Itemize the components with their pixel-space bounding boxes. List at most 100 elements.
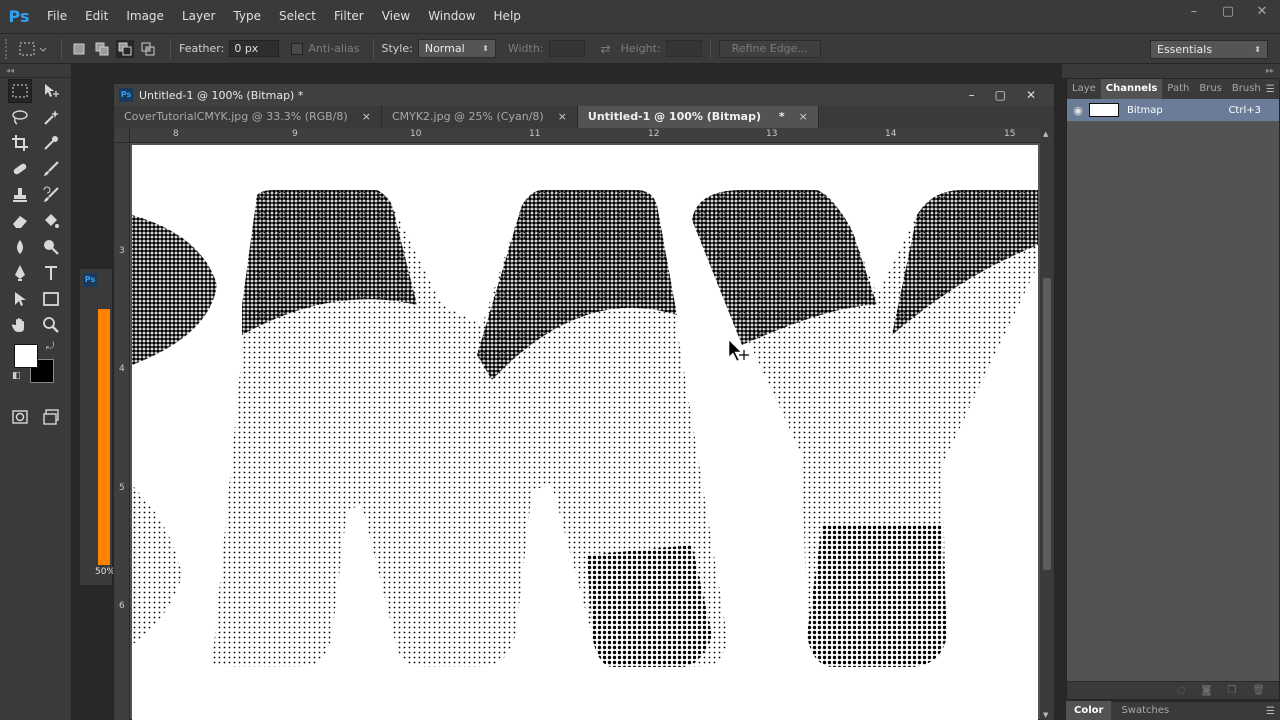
brush-tool[interactable] xyxy=(40,157,64,181)
default-colors-icon[interactable]: ◧ xyxy=(12,371,21,381)
panel-menu-icon[interactable]: ☰ xyxy=(1266,706,1275,717)
swap-colors-icon[interactable]: ⤾ xyxy=(46,341,54,352)
ruler-tick-label: 12 xyxy=(648,129,660,139)
menu-type[interactable]: Type xyxy=(224,0,270,33)
channel-shortcut: Ctrl+3 xyxy=(1228,104,1261,116)
pen-tool[interactable] xyxy=(8,261,32,285)
intersect-selection-button[interactable] xyxy=(139,40,157,58)
foreground-color[interactable] xyxy=(14,344,38,368)
tab-close-icon[interactable]: × xyxy=(558,106,567,128)
scroll-down-icon[interactable]: ▼ xyxy=(1043,711,1048,719)
rectangular-marquee-icon xyxy=(12,84,28,98)
style-select-value: Normal xyxy=(424,42,465,55)
menu-window[interactable]: Window xyxy=(419,0,484,33)
paint-bucket-tool[interactable] xyxy=(40,209,64,233)
crop-tool[interactable] xyxy=(8,131,32,155)
menu-layer[interactable]: Layer xyxy=(173,0,224,33)
eraser-tool[interactable] xyxy=(8,209,32,233)
style-select[interactable]: Normal ⬍ xyxy=(417,39,496,58)
delete-channel-icon[interactable]: 🗑 xyxy=(1252,685,1265,696)
quick-mask-button[interactable] xyxy=(8,405,32,429)
refine-edge-button[interactable]: Refine Edge... xyxy=(718,39,821,58)
channel-row-bitmap[interactable]: ◉ Bitmap Ctrl+3 xyxy=(1067,99,1279,121)
height-input[interactable] xyxy=(665,40,702,57)
menu-image[interactable]: Image xyxy=(117,0,173,33)
rectangle-tool[interactable] xyxy=(40,287,64,311)
tab-covertutorialcmyk[interactable]: CoverTutorialCMYK.jpg @ 33.3% (RGB/8) × xyxy=(114,106,382,128)
doc-minimize-button[interactable]: – xyxy=(969,88,975,102)
swap-dimensions-icon[interactable]: ⇄ xyxy=(601,42,611,56)
tab-layers[interactable]: Laye xyxy=(1067,79,1101,99)
tab-color[interactable]: Color xyxy=(1066,701,1112,720)
tab-untitled-1[interactable]: Untitled-1 @ 100% (Bitmap) * × xyxy=(577,106,819,128)
menu-select[interactable]: Select xyxy=(270,0,325,33)
history-brush-tool[interactable] xyxy=(40,183,64,207)
collapse-panels-icon[interactable]: ▸▸ xyxy=(1062,64,1280,78)
menu-bar: Ps File Edit Image Layer Type Select Fil… xyxy=(0,0,1280,33)
tab-brush-presets[interactable]: Brush xyxy=(1227,79,1266,99)
menu-edit[interactable]: Edit xyxy=(76,0,117,33)
menu-help[interactable]: Help xyxy=(485,0,530,33)
app-restore-button[interactable]: ▢ xyxy=(1220,4,1236,19)
new-channel-icon[interactable]: ❐ xyxy=(1227,685,1236,696)
rectangular-marquee-icon xyxy=(19,42,47,55)
navigator-zoom-value[interactable]: 50% xyxy=(95,567,115,577)
panel-menu-icon[interactable]: ☰ xyxy=(1266,84,1275,95)
doc-restore-button[interactable]: ▢ xyxy=(995,88,1006,102)
tab-brushes[interactable]: Brus xyxy=(1194,79,1227,99)
blur-tool[interactable] xyxy=(8,235,32,259)
antialias-checkbox[interactable] xyxy=(291,42,304,55)
save-selection-channel-icon[interactable]: ◙ xyxy=(1202,685,1212,696)
hand-tool[interactable] xyxy=(8,313,32,337)
width-input[interactable] xyxy=(548,40,585,57)
options-bar-grip[interactable] xyxy=(5,38,13,59)
navigator-panel-collapsed[interactable]: Ps 50% xyxy=(79,268,115,586)
document-titlebar[interactable]: Ps Untitled-1 @ 100% (Bitmap) * – ▢ ✕ xyxy=(114,84,1054,106)
screen-mode-button[interactable] xyxy=(40,405,64,429)
scroll-up-icon[interactable]: ▲ xyxy=(1043,130,1048,138)
visibility-eye-icon[interactable]: ◉ xyxy=(1067,104,1089,117)
tab-paths[interactable]: Path xyxy=(1162,79,1194,99)
move-tool[interactable] xyxy=(40,79,63,103)
halftone-artwork xyxy=(132,190,1038,667)
new-selection-button[interactable] xyxy=(70,40,88,58)
load-channel-selection-icon[interactable]: ◌ xyxy=(1177,685,1186,696)
zoom-tool[interactable] xyxy=(40,313,64,337)
tab-cmyk2[interactable]: CMYK2.jpg @ 25% (Cyan/8) × xyxy=(381,106,578,128)
eyedropper-tool[interactable] xyxy=(40,131,64,155)
workspace-select[interactable]: Essentials ⬍ xyxy=(1150,40,1268,59)
doc-close-button[interactable]: ✕ xyxy=(1026,88,1036,102)
horizontal-ruler[interactable]: 8 9 10 11 12 13 14 15 xyxy=(130,128,1040,143)
spot-healing-tool[interactable] xyxy=(8,157,32,181)
path-selection-tool[interactable] xyxy=(8,287,32,311)
add-selection-button[interactable] xyxy=(93,40,111,58)
menu-filter[interactable]: Filter xyxy=(325,0,373,33)
panel-tabs: Laye Channels Path Brus Brush ☰ xyxy=(1067,79,1279,99)
dodge-tool[interactable] xyxy=(40,235,64,259)
lasso-tool[interactable] xyxy=(8,105,32,129)
canvas[interactable] xyxy=(132,145,1038,720)
tab-swatches[interactable]: Swatches xyxy=(1111,701,1179,720)
vertical-ruler[interactable]: 3 4 5 6 xyxy=(114,143,130,720)
scrollbar-thumb[interactable] xyxy=(1043,278,1051,570)
menu-view[interactable]: View xyxy=(373,0,419,33)
tab-close-icon[interactable]: × xyxy=(799,106,808,128)
vertical-scrollbar[interactable]: ▲ ▼ xyxy=(1040,128,1054,720)
app-minimize-button[interactable]: – xyxy=(1186,4,1202,19)
feather-input[interactable]: 0 px xyxy=(229,40,280,57)
new-selection-icon xyxy=(73,43,85,54)
menu-file[interactable]: File xyxy=(38,0,76,33)
tab-close-icon[interactable]: × xyxy=(362,106,371,128)
ruler-origin[interactable] xyxy=(114,128,130,143)
document-tabs: CoverTutorialCMYK.jpg @ 33.3% (RGB/8) × … xyxy=(114,106,1054,128)
rectangular-marquee-tool[interactable] xyxy=(8,79,32,103)
type-tool[interactable] xyxy=(40,261,64,285)
app-close-button[interactable]: ✕ xyxy=(1254,4,1270,19)
magic-wand-tool[interactable] xyxy=(40,105,64,129)
move-icon xyxy=(45,84,60,97)
tab-channels[interactable]: Channels xyxy=(1100,79,1163,99)
collapse-toolbar-icon[interactable]: ◂◂ xyxy=(0,64,71,78)
tool-preset-picker[interactable] xyxy=(13,39,53,59)
clone-stamp-tool[interactable] xyxy=(8,183,32,207)
subtract-selection-button[interactable] xyxy=(116,39,134,58)
